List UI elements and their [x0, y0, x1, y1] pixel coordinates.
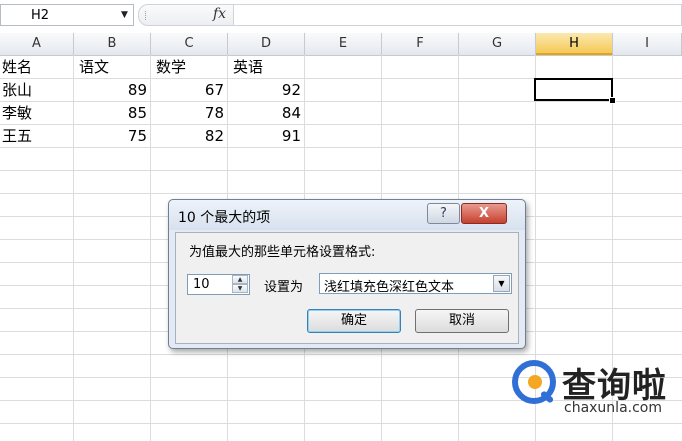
- formula-input[interactable]: [234, 4, 682, 26]
- resize-grip-icon[interactable]: [145, 11, 149, 20]
- cell-a3[interactable]: 李敏: [2, 102, 32, 124]
- count-spinner[interactable]: 10 ▲ ▼: [187, 274, 250, 295]
- column-header-f[interactable]: F: [382, 33, 459, 55]
- formula-controls: fx: [138, 4, 234, 26]
- column-header-a[interactable]: A: [0, 33, 74, 55]
- dialog-title: 10 个最大的项: [178, 210, 271, 226]
- watermark-logo: 查询啦 chaxunla.com: [504, 352, 682, 441]
- chevron-down-icon[interactable]: ▼: [493, 275, 510, 292]
- dialog-prompt: 为值最大的那些单元格设置格式:: [189, 245, 376, 260]
- column-header-d[interactable]: D: [228, 33, 305, 55]
- column-header-b[interactable]: B: [74, 33, 151, 55]
- cell-a4[interactable]: 王五: [2, 125, 32, 147]
- cell-c3[interactable]: 78: [151, 102, 224, 124]
- cell-d1[interactable]: 英语: [233, 56, 263, 78]
- cell-b4[interactable]: 75: [74, 125, 147, 147]
- selected-cell-h2[interactable]: [534, 78, 613, 101]
- insert-function-icon[interactable]: fx: [213, 6, 226, 22]
- cell-b3[interactable]: 85: [74, 102, 147, 124]
- dialog-titlebar[interactable]: 10 个最大的项 ? X: [169, 200, 525, 230]
- fill-handle[interactable]: [609, 97, 616, 104]
- format-label: 设置为: [264, 280, 304, 295]
- column-header-g[interactable]: G: [459, 33, 536, 55]
- column-header-c[interactable]: C: [151, 33, 228, 55]
- spin-up-icon[interactable]: ▲: [232, 275, 248, 284]
- name-box-value: H2: [31, 8, 50, 23]
- cell-a1[interactable]: 姓名: [2, 56, 32, 78]
- close-button[interactable]: X: [461, 203, 507, 224]
- column-header-row: A B C D E F G H I: [0, 33, 682, 56]
- help-button[interactable]: ?: [427, 203, 460, 224]
- name-box[interactable]: H2 ▼: [0, 4, 134, 26]
- cell-d3[interactable]: 84: [228, 102, 301, 124]
- cell-c4[interactable]: 82: [151, 125, 224, 147]
- formula-bar: H2 ▼ fx: [0, 0, 682, 34]
- cell-a2[interactable]: 张山: [2, 79, 32, 101]
- ok-button[interactable]: 确定: [307, 309, 401, 333]
- logo-dot: [528, 375, 542, 389]
- count-input[interactable]: 10: [193, 277, 210, 292]
- chevron-down-icon[interactable]: ▼: [121, 10, 128, 20]
- cell-b2[interactable]: 89: [74, 79, 147, 101]
- cell-c1[interactable]: 数学: [156, 56, 186, 78]
- column-header-h[interactable]: H: [536, 33, 613, 55]
- column-header-i[interactable]: I: [613, 33, 682, 55]
- cell-c2[interactable]: 67: [151, 79, 224, 101]
- cell-d2[interactable]: 92: [228, 79, 301, 101]
- format-select[interactable]: 浅红填充色深红色文本 ▼: [319, 273, 512, 295]
- watermark-domain: chaxunla.com: [564, 400, 662, 416]
- format-select-value: 浅红填充色深红色文本: [324, 280, 455, 295]
- spin-down-icon[interactable]: ▼: [232, 284, 248, 293]
- top-10-items-dialog: 10 个最大的项 ? X 为值最大的那些单元格设置格式: 10 ▲ ▼ 设置为 …: [168, 199, 526, 349]
- cell-d4[interactable]: 91: [228, 125, 301, 147]
- column-header-e[interactable]: E: [305, 33, 382, 55]
- cancel-button[interactable]: 取消: [415, 309, 509, 333]
- cell-b1[interactable]: 语文: [79, 56, 109, 78]
- dialog-body: 为值最大的那些单元格设置格式: 10 ▲ ▼ 设置为 浅红填充色深红色文本 ▼ …: [175, 232, 519, 344]
